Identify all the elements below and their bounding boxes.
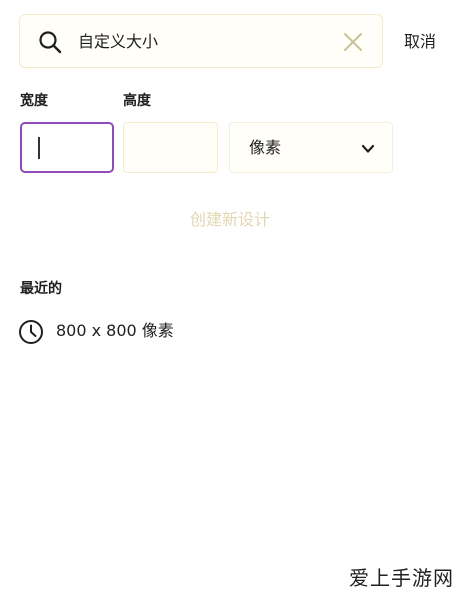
recent-item[interactable]: 800 x 800 像素 xyxy=(18,318,318,344)
width-label: 宽度 xyxy=(20,93,48,109)
search-input[interactable] xyxy=(78,29,328,55)
height-field[interactable] xyxy=(123,122,218,173)
cancel-button[interactable]: 取消 xyxy=(404,30,436,54)
watermark: 爱上手游网 xyxy=(349,566,454,590)
search-box[interactable] xyxy=(19,14,383,68)
recent-section-title: 最近的 xyxy=(20,281,62,297)
height-label: 高度 xyxy=(123,93,151,109)
close-icon[interactable] xyxy=(342,31,364,53)
unit-select-value: 像素 xyxy=(249,138,282,157)
create-design-button[interactable]: 创建新设计 xyxy=(152,206,308,234)
unit-select[interactable]: 像素 xyxy=(229,122,393,173)
clock-icon xyxy=(19,320,43,344)
text-caret xyxy=(38,137,40,159)
chevron-down-icon xyxy=(361,144,375,153)
search-icon xyxy=(39,31,62,54)
width-field[interactable] xyxy=(20,122,114,173)
recent-item-label: 800 x 800 像素 xyxy=(56,321,174,340)
